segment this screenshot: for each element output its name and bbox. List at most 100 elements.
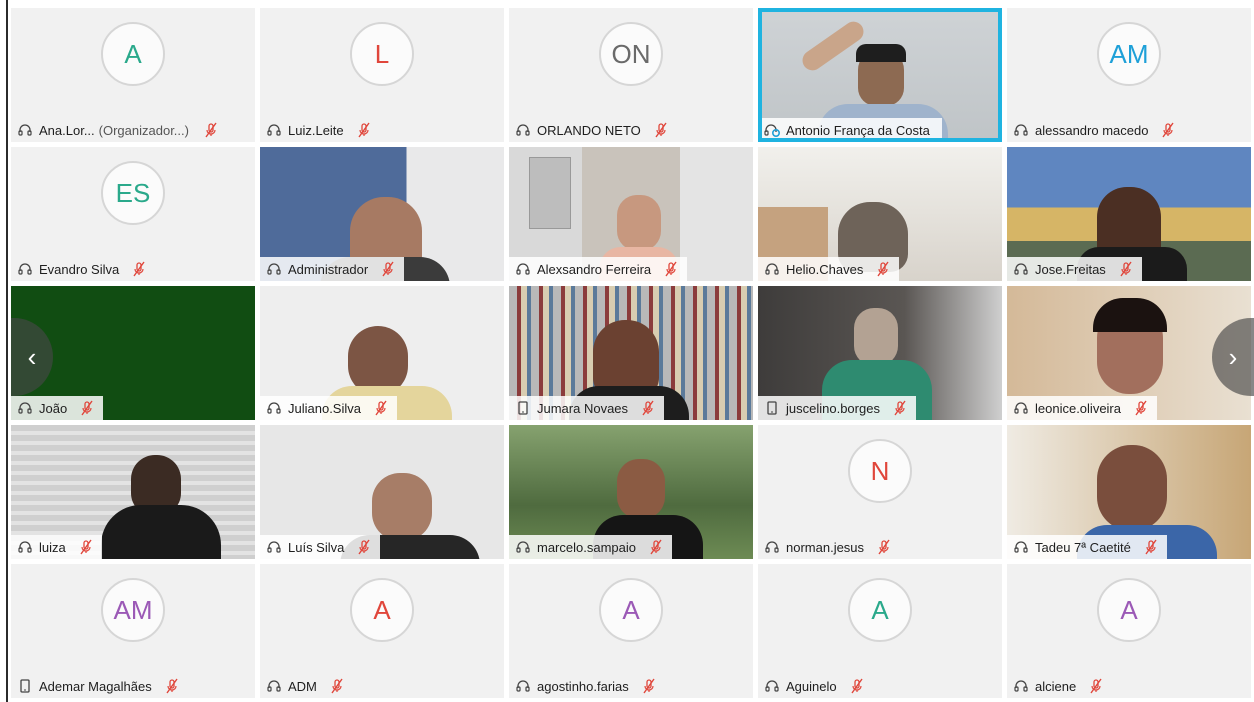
muted-mic-icon[interactable] bbox=[382, 261, 396, 277]
headset-icon bbox=[515, 678, 531, 694]
muted-mic-icon[interactable] bbox=[877, 261, 891, 277]
participant-tile[interactable]: Aagostinho.farias bbox=[509, 564, 753, 698]
participant-name: alciene bbox=[1035, 678, 1077, 694]
participant-tile[interactable]: A ADM bbox=[260, 564, 504, 698]
participant-name: luiza bbox=[39, 539, 66, 555]
participant-tile[interactable]: Helio.Chaves bbox=[758, 147, 1002, 281]
headset-icon bbox=[1013, 122, 1029, 138]
muted-mic-icon[interactable] bbox=[166, 678, 180, 694]
participant-tile[interactable]: juscelino.borges bbox=[758, 286, 1002, 420]
headset-icon bbox=[17, 122, 33, 138]
participant-tile[interactable]: Jose.Freitas bbox=[1007, 147, 1251, 281]
phone-icon bbox=[17, 678, 33, 694]
participant-name: Helio.Chaves bbox=[786, 261, 864, 277]
headset-icon bbox=[515, 539, 531, 555]
muted-mic-icon[interactable] bbox=[80, 539, 94, 555]
headset-icon bbox=[515, 122, 531, 138]
headset-icon bbox=[17, 400, 33, 416]
speaking-headset-icon bbox=[764, 122, 780, 138]
participant-name: Tadeu 7ª Caetité bbox=[1035, 539, 1131, 555]
participant-tile[interactable]: Tadeu 7ª Caetité bbox=[1007, 425, 1251, 559]
muted-mic-icon[interactable] bbox=[650, 539, 664, 555]
participant-tile[interactable]: AM Ademar Magalhães bbox=[11, 564, 255, 698]
participant-tile[interactable]: L Luiz.Leite bbox=[260, 8, 504, 142]
participant-name-bar: Evandro Silva bbox=[11, 257, 156, 281]
participant-name: Evandro Silva bbox=[39, 261, 120, 277]
participant-name: Antonio França da Costa bbox=[786, 122, 930, 138]
participant-tile[interactable]: Luís Silva bbox=[260, 425, 504, 559]
avatar: A bbox=[848, 578, 912, 642]
participant-tile[interactable]: A Aguinelo bbox=[758, 564, 1002, 698]
participant-tile[interactable]: ON ORLANDO NETO bbox=[509, 8, 753, 142]
muted-mic-icon[interactable] bbox=[331, 678, 345, 694]
participant-tile[interactable]: Juliano.Silva bbox=[260, 286, 504, 420]
participant-tile[interactable]: Aalciene bbox=[1007, 564, 1251, 698]
participant-name-bar: Administrador bbox=[260, 257, 405, 281]
participant-tile[interactable]: marcelo.sampaio bbox=[509, 425, 753, 559]
participant-name: juscelino.borges bbox=[786, 400, 880, 416]
headset-icon bbox=[1013, 678, 1029, 694]
participant-tile[interactable]: Jumara Novaes bbox=[509, 286, 753, 420]
participant-name-bar: ORLANDO NETO bbox=[509, 118, 677, 142]
participant-tile[interactable]: ES Evandro Silva bbox=[11, 147, 255, 281]
headset-icon bbox=[1013, 400, 1029, 416]
muted-mic-icon[interactable] bbox=[358, 539, 372, 555]
muted-mic-icon[interactable] bbox=[894, 400, 908, 416]
participant-name-bar: agostinho.farias bbox=[509, 674, 665, 698]
participant-tile[interactable]: luiza bbox=[11, 425, 255, 559]
participant-name-bar: leonice.oliveira bbox=[1007, 396, 1157, 420]
muted-mic-icon[interactable] bbox=[1145, 539, 1159, 555]
muted-mic-icon[interactable] bbox=[1120, 261, 1134, 277]
participant-name: Administrador bbox=[288, 261, 369, 277]
muted-mic-icon[interactable] bbox=[133, 261, 147, 277]
muted-mic-icon[interactable] bbox=[643, 678, 657, 694]
participant-name: Jose.Freitas bbox=[1035, 261, 1106, 277]
avatar: AM bbox=[1097, 22, 1161, 86]
participant-name: Ademar Magalhães bbox=[39, 678, 152, 694]
muted-mic-icon[interactable] bbox=[1135, 400, 1149, 416]
avatar: A bbox=[599, 578, 663, 642]
muted-mic-icon[interactable] bbox=[851, 678, 865, 694]
muted-mic-icon[interactable] bbox=[1090, 678, 1104, 694]
participant-name: Alexsandro Ferreira bbox=[537, 261, 652, 277]
avatar: A bbox=[350, 578, 414, 642]
participant-name: norman.jesus bbox=[786, 539, 865, 555]
participant-tile[interactable]: Nnorman.jesus bbox=[758, 425, 1002, 559]
headset-icon bbox=[266, 678, 282, 694]
avatar: AM bbox=[101, 578, 165, 642]
headset-icon bbox=[515, 261, 531, 277]
participant-name-bar: ADM bbox=[260, 674, 353, 698]
participant-name-bar: juscelino.borges bbox=[758, 396, 916, 420]
muted-mic-icon[interactable] bbox=[375, 400, 389, 416]
participant-name: alessandro macedo bbox=[1035, 122, 1149, 138]
participant-name-bar: Luiz.Leite bbox=[260, 118, 380, 142]
muted-mic-icon[interactable] bbox=[205, 122, 219, 138]
muted-mic-icon[interactable] bbox=[81, 400, 95, 416]
participant-tile[interactable]: Alexsandro Ferreira bbox=[509, 147, 753, 281]
participant-tile[interactable]: A Ana.Lor... (Organizador...) bbox=[11, 8, 255, 142]
participant-name: marcelo.sampaio bbox=[537, 539, 636, 555]
participant-name-bar: Ademar Magalhães bbox=[11, 674, 188, 698]
participant-tile[interactable]: AM alessandro macedo bbox=[1007, 8, 1251, 142]
avatar: L bbox=[350, 22, 414, 86]
muted-mic-icon[interactable] bbox=[878, 539, 892, 555]
headset-icon bbox=[1013, 261, 1029, 277]
headset-icon bbox=[266, 400, 282, 416]
participant-name-bar: alessandro macedo bbox=[1007, 118, 1185, 142]
participant-tile[interactable]: Antonio França da Costa bbox=[758, 8, 1002, 142]
muted-mic-icon[interactable] bbox=[665, 261, 679, 277]
muted-mic-icon[interactable] bbox=[358, 122, 372, 138]
headset-icon bbox=[266, 122, 282, 138]
participant-name: Jumara Novaes bbox=[537, 400, 629, 416]
muted-mic-icon[interactable] bbox=[655, 122, 669, 138]
participant-tile[interactable]: Administrador bbox=[260, 147, 504, 281]
participant-name-bar: Jose.Freitas bbox=[1007, 257, 1142, 281]
participant-name-bar: Aguinelo bbox=[758, 674, 873, 698]
phone-icon bbox=[764, 400, 780, 416]
participant-name-bar: luiza bbox=[11, 535, 102, 559]
participant-name: Ana.Lor... bbox=[39, 122, 95, 138]
participant-name-bar: Ana.Lor... (Organizador...) bbox=[11, 118, 227, 142]
muted-mic-icon[interactable] bbox=[642, 400, 656, 416]
participant-grid: A Ana.Lor... (Organizador...) L Luiz.Leite ON… bbox=[11, 8, 1254, 702]
muted-mic-icon[interactable] bbox=[1162, 122, 1176, 138]
